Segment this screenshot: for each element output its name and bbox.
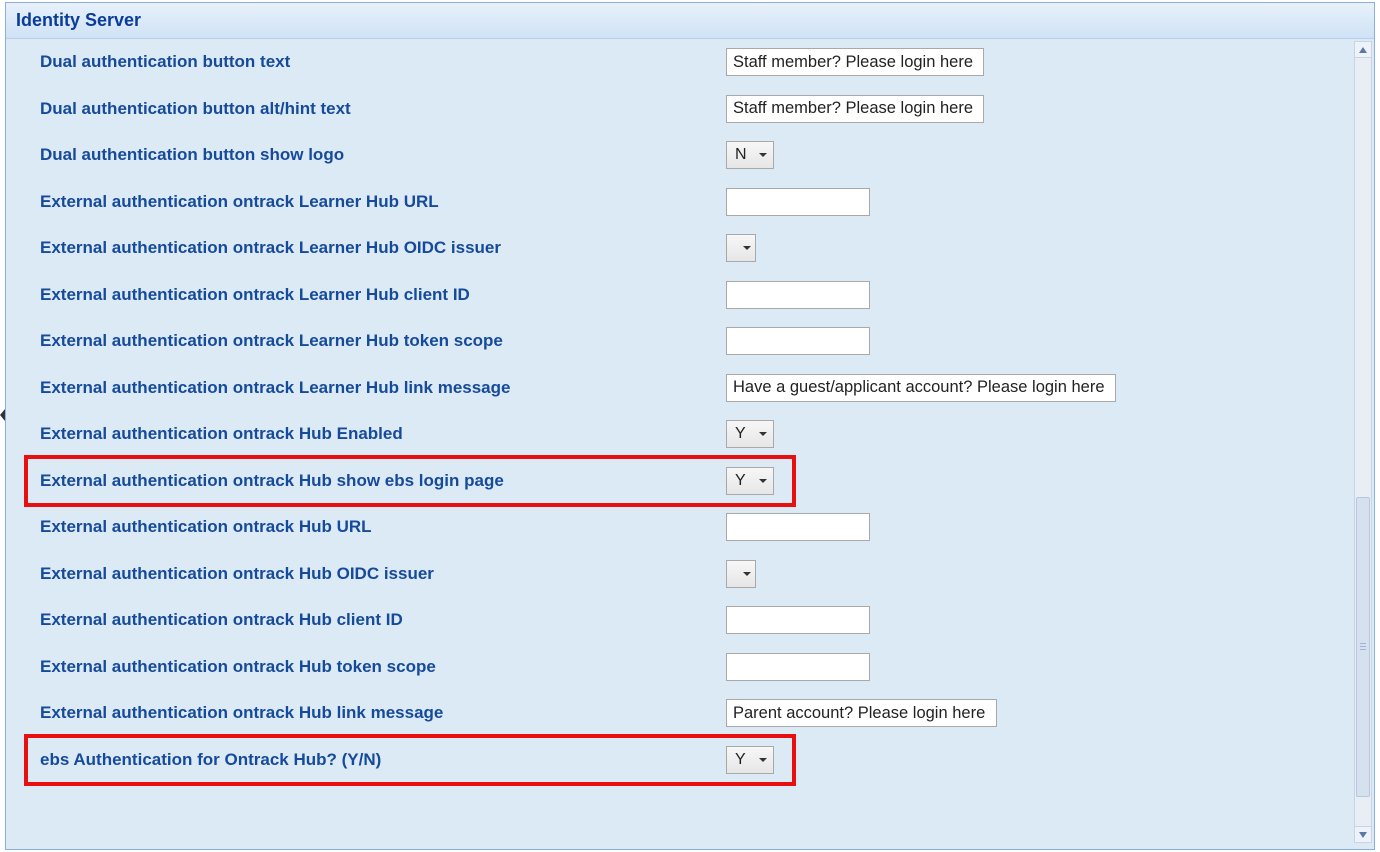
setting-row: External authentication ontrack Hub show… <box>10 458 1352 505</box>
identity-server-panel: Identity Server Dual authentication butt… <box>5 2 1375 850</box>
setting-control <box>726 188 870 216</box>
text-input[interactable] <box>726 606 870 634</box>
setting-row: External authentication ontrack Learner … <box>10 179 1352 226</box>
setting-row: External authentication ontrack Hub Enab… <box>10 411 1352 458</box>
setting-row: Dual authentication button text <box>10 39 1352 86</box>
setting-label: External authentication ontrack Hub URL <box>40 517 372 537</box>
setting-control <box>726 327 870 355</box>
dropdown[interactable]: Y <box>726 467 774 495</box>
setting-label: External authentication ontrack Hub link… <box>40 703 443 723</box>
dropdown[interactable]: Y <box>726 746 774 774</box>
chevron-down-icon <box>742 568 752 580</box>
dropdown[interactable]: Y <box>726 420 774 448</box>
setting-label: Dual authentication button alt/hint text <box>40 99 351 119</box>
vertical-scrollbar[interactable] <box>1354 41 1372 843</box>
setting-control <box>726 281 870 309</box>
dropdown-value: N <box>735 146 749 164</box>
setting-control <box>726 95 984 123</box>
text-input[interactable] <box>726 653 870 681</box>
dropdown-value: Y <box>735 751 749 769</box>
setting-row: Dual authentication button show logo N <box>10 132 1352 179</box>
chevron-down-icon <box>757 149 769 161</box>
dropdown[interactable] <box>726 560 756 588</box>
chevron-down-icon <box>742 242 752 254</box>
setting-control <box>726 234 756 262</box>
setting-row: External authentication ontrack Learner … <box>10 318 1352 365</box>
setting-control <box>726 653 870 681</box>
setting-row: External authentication ontrack Hub clie… <box>10 597 1352 644</box>
setting-control <box>726 48 984 76</box>
setting-label: External authentication ontrack Hub Enab… <box>40 424 403 444</box>
setting-row: ebs Authentication for Ontrack Hub? (Y/N… <box>10 737 1352 784</box>
dropdown[interactable]: N <box>726 141 774 169</box>
text-input[interactable] <box>726 374 1116 402</box>
chevron-down-icon <box>757 754 769 766</box>
text-input[interactable] <box>726 513 870 541</box>
text-input[interactable] <box>726 188 870 216</box>
dropdown[interactable] <box>726 234 756 262</box>
text-input[interactable] <box>726 327 870 355</box>
setting-label: Dual authentication button show logo <box>40 145 344 165</box>
setting-row: External authentication ontrack Learner … <box>10 365 1352 412</box>
setting-control <box>726 374 1116 402</box>
panel-header: Identity Server <box>6 3 1374 39</box>
setting-label: External authentication ontrack Hub show… <box>40 471 504 491</box>
setting-control <box>726 560 756 588</box>
setting-label: External authentication ontrack Learner … <box>40 238 501 258</box>
chevron-down-icon <box>757 428 769 440</box>
setting-label: External authentication ontrack Hub OIDC… <box>40 564 434 584</box>
setting-control <box>726 606 870 634</box>
panel-title: Identity Server <box>16 10 141 31</box>
setting-label: External authentication ontrack Learner … <box>40 285 470 305</box>
setting-row: External authentication ontrack Learner … <box>10 272 1352 319</box>
setting-label: External authentication ontrack Learner … <box>40 192 439 212</box>
setting-row: External authentication ontrack Hub OIDC… <box>10 551 1352 598</box>
setting-label: Dual authentication button text <box>40 52 290 72</box>
setting-row: External authentication ontrack Hub URL <box>10 504 1352 551</box>
setting-label: External authentication ontrack Learner … <box>40 378 510 398</box>
setting-row: External authentication ontrack Learner … <box>10 225 1352 272</box>
scroll-up-button[interactable] <box>1355 42 1371 58</box>
setting-label: External authentication ontrack Learner … <box>40 331 503 351</box>
app-root: Identity Server Dual authentication butt… <box>0 0 1380 852</box>
text-input[interactable] <box>726 281 870 309</box>
text-input[interactable] <box>726 48 984 76</box>
scrollbar-thumb[interactable] <box>1356 497 1370 797</box>
setting-label: External authentication ontrack Hub toke… <box>40 657 436 677</box>
settings-list: Dual authentication button text Dual auth… <box>10 39 1352 843</box>
scroll-down-button[interactable] <box>1355 826 1371 842</box>
dropdown-value: Y <box>735 425 749 443</box>
text-input[interactable] <box>726 95 984 123</box>
setting-control <box>726 513 870 541</box>
setting-row: External authentication ontrack Hub toke… <box>10 644 1352 691</box>
text-input[interactable] <box>726 699 997 727</box>
setting-row: Dual authentication button alt/hint text <box>10 86 1352 133</box>
setting-row: External authentication ontrack Hub link… <box>10 690 1352 737</box>
chevron-down-icon <box>757 475 769 487</box>
setting-label: ebs Authentication for Ontrack Hub? (Y/N… <box>40 750 381 770</box>
setting-control: Y <box>726 420 774 448</box>
setting-control: Y <box>726 467 774 495</box>
setting-control: Y <box>726 746 774 774</box>
setting-control: N <box>726 141 774 169</box>
setting-control <box>726 699 997 727</box>
dropdown-value: Y <box>735 472 749 490</box>
setting-label: External authentication ontrack Hub clie… <box>40 610 403 630</box>
